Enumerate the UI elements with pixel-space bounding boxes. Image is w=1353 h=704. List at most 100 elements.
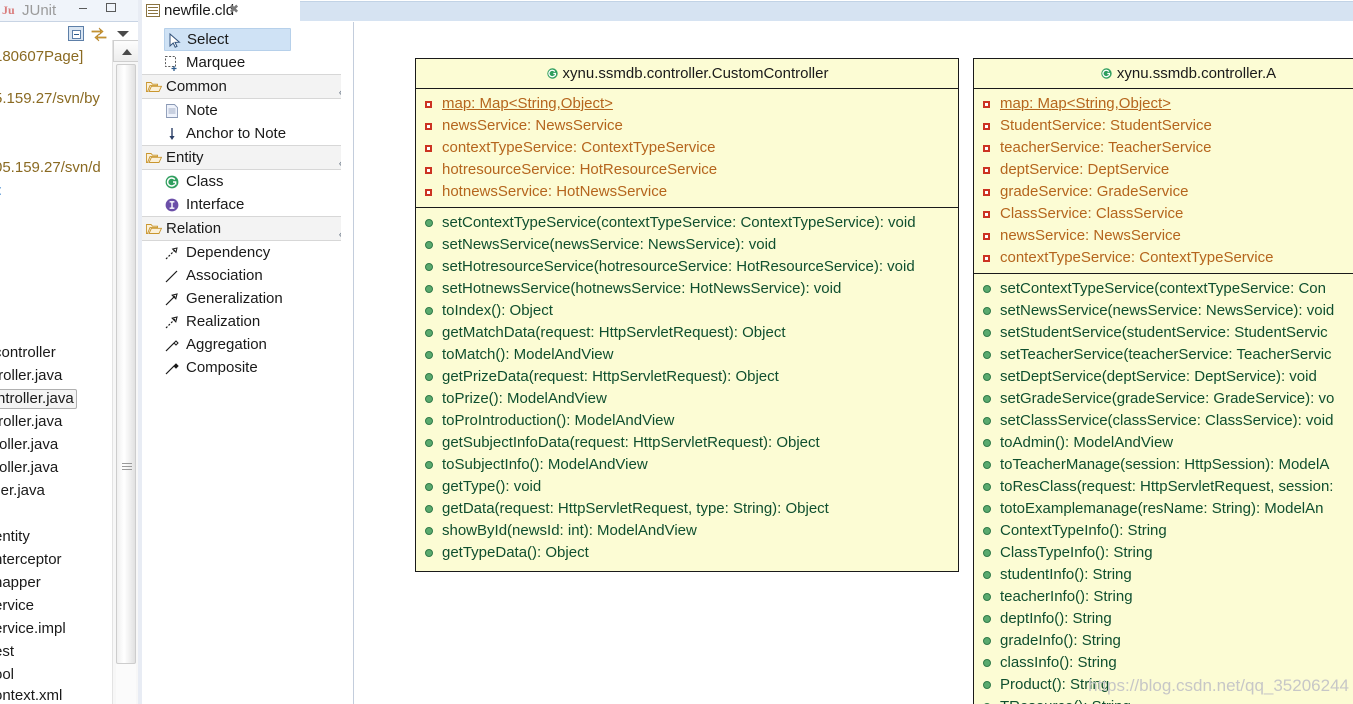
class-diagram-canvas[interactable]: xynu.ssmdb.controller.CustomController m… (355, 22, 1353, 704)
uml-field-row[interactable]: contextTypeService: ContextTypeService (416, 137, 958, 159)
uml-method-row[interactable]: getTypeData(): Object (416, 542, 958, 564)
palette-scrollbar[interactable] (341, 22, 353, 704)
tree-item-context-xml[interactable]: ontext.xml (0, 687, 62, 704)
uml-method-row[interactable]: getType(): void (416, 476, 958, 498)
tree-item-9[interactable]: roller.java (0, 459, 58, 477)
tree-item-selected-java-file[interactable]: ntroller.java (0, 389, 77, 409)
uml-method-row[interactable]: getPrizeData(request: HttpServletRequest… (416, 366, 958, 388)
uml-method-row[interactable]: setHotresourceService(hotresourceService… (416, 256, 958, 278)
uml-method-row[interactable]: setContextTypeService(contextTypeService… (416, 212, 958, 234)
uml-method-row[interactable]: toAdmin(): ModelAndView (974, 432, 1353, 454)
uml-class-admin-controller[interactable]: xynu.ssmdb.controller.A map: Map<String,… (973, 58, 1353, 704)
tree-item-8[interactable]: roller.java (0, 436, 58, 454)
maximize-view-icon[interactable] (104, 1, 118, 14)
uml-method-row[interactable]: gradeInfo(): String (974, 630, 1353, 652)
uml-field-row[interactable]: newsService: NewsService (974, 225, 1353, 247)
palette-item-realization[interactable]: Realization (142, 310, 353, 333)
tree-item-interceptor[interactable]: nterceptor (0, 551, 62, 569)
tab-newfile-cld[interactable]: newfile.cld ✖ (142, 0, 243, 22)
uml-method-row[interactable]: setNewsService(newsService: NewsService)… (974, 300, 1353, 322)
uml-method-row[interactable]: toPrize(): ModelAndView (416, 388, 958, 410)
uml-method-row[interactable]: classInfo(): String (974, 652, 1353, 674)
palette-group-relation[interactable]: Relation «» (142, 216, 353, 241)
uml-method-row[interactable]: toResClass(request: HttpServletRequest, … (974, 476, 1353, 498)
uml-method-row[interactable]: setStudentService(studentService: Studen… (974, 322, 1353, 344)
tree-item-service[interactable]: ervice (0, 597, 34, 615)
uml-method-row[interactable]: Product(): String (974, 674, 1353, 696)
uml-field-row[interactable]: map: Map<String,Object> (416, 93, 958, 115)
palette-item-interface[interactable]: Interface (142, 193, 353, 216)
uml-method-row[interactable]: setGradeService(gradeService: GradeServi… (974, 388, 1353, 410)
tree-item-service-impl[interactable]: ervice.impl (0, 620, 66, 638)
tree-item-2[interactable]: 05.159.27/svn/d (0, 159, 101, 177)
minimize-view-icon[interactable] (76, 1, 90, 14)
tree-item-5[interactable]: troller.java (0, 367, 62, 385)
tree-item-10[interactable]: ller.java (0, 482, 45, 500)
close-icon[interactable]: ✖ (228, 3, 240, 15)
class-green-circle-icon (164, 174, 180, 190)
uml-method-row[interactable]: toTeacherManage(session: HttpSession): M… (974, 454, 1353, 476)
uml-field-row[interactable]: hotresourceService: HotResourceService (416, 159, 958, 181)
tab-junit[interactable]: JUnit (22, 2, 56, 19)
uml-method-row[interactable]: getData(request: HttpServletRequest, typ… (416, 498, 958, 520)
uml-method-row[interactable]: setDeptService(deptService: DeptService)… (974, 366, 1353, 388)
uml-method-row[interactable]: setHotnewsService(hotnewsService: HotNew… (416, 278, 958, 300)
palette-tool-select[interactable]: Select (164, 28, 291, 51)
palette-item-composite[interactable]: Composite (142, 356, 353, 379)
uml-method-row[interactable]: getSubjectInfoData(request: HttpServletR… (416, 432, 958, 454)
tree-item-7[interactable]: troller.java (0, 413, 62, 431)
uml-method-row[interactable]: setTeacherService(teacherService: Teache… (974, 344, 1353, 366)
collapse-all-icon[interactable] (68, 26, 85, 42)
tree-item-test[interactable]: est (0, 643, 14, 661)
uml-method-row[interactable]: deptInfo(): String (974, 608, 1353, 630)
uml-method-row[interactable]: ContextTypeInfo(): String (974, 520, 1353, 542)
palette-item-aggregation[interactable]: Aggregation (142, 333, 353, 356)
uml-method-row[interactable]: toProIntroduction(): ModelAndView (416, 410, 958, 432)
uml-field-row[interactable]: StudentService: StudentService (974, 115, 1353, 137)
uml-method-row[interactable]: TResource(): String (974, 696, 1353, 704)
explorer-vertical-scrollbar[interactable] (112, 40, 139, 704)
tree-item-entity[interactable]: entity (0, 528, 30, 546)
tree-item-1[interactable]: 5.159.27/svn/by (0, 90, 100, 108)
palette-group-entity[interactable]: Entity «» (142, 145, 353, 170)
uml-method-row[interactable]: toMatch(): ModelAndView (416, 344, 958, 366)
uml-field-row[interactable]: contextTypeService: ContextTypeService (974, 247, 1353, 269)
uml-field-row[interactable]: teacherService: TeacherService (974, 137, 1353, 159)
uml-method-row[interactable]: toSubjectInfo(): ModelAndView (416, 454, 958, 476)
tree-item-controller-package[interactable]: controller (0, 344, 56, 362)
palette-item-association[interactable]: Association (142, 264, 353, 287)
uml-method-row[interactable]: toIndex(): Object (416, 300, 958, 322)
tree-item-tool[interactable]: ool (0, 666, 14, 684)
palette-group-common[interactable]: Common «» (142, 74, 353, 99)
scrollbar-thumb[interactable] (116, 64, 136, 664)
link-with-editor-icon[interactable] (90, 26, 108, 42)
view-menu-icon[interactable] (116, 26, 130, 40)
palette-tool-marquee[interactable]: Marquee (142, 51, 353, 74)
tree-item-0[interactable]: 180607Page] (0, 48, 83, 66)
scroll-up-button[interactable] (113, 40, 139, 62)
palette-item-class[interactable]: Class (142, 170, 353, 193)
uml-class-custom-controller[interactable]: xynu.ssmdb.controller.CustomController m… (415, 58, 959, 572)
uml-method-row[interactable]: setClassService(classService: ClassServi… (974, 410, 1353, 432)
uml-field-row[interactable]: map: Map<String,Object> (974, 93, 1353, 115)
uml-field-row[interactable]: newsService: NewsService (416, 115, 958, 137)
uml-method-row[interactable]: ClassTypeInfo(): String (974, 542, 1353, 564)
uml-field-row[interactable]: ClassService: ClassService (974, 203, 1353, 225)
uml-method-row[interactable]: teacherInfo(): String (974, 586, 1353, 608)
uml-method-row[interactable]: setContextTypeService(contextTypeService… (974, 278, 1353, 300)
palette-item-dependency[interactable]: Dependency (142, 241, 353, 264)
tree-item-3[interactable]: : (0, 182, 2, 200)
palette-item-generalization[interactable]: Generalization (142, 287, 353, 310)
uml-method-row[interactable]: totoExamplemanage(resName: String): Mode… (974, 498, 1353, 520)
uml-method-row[interactable]: showById(newsId: int): ModelAndView (416, 520, 958, 542)
scrollbar-track[interactable] (116, 64, 136, 704)
uml-method-row[interactable]: setNewsService(newsService: NewsService)… (416, 234, 958, 256)
tree-item-mapper[interactable]: napper (0, 574, 41, 592)
palette-item-note[interactable]: Note (142, 99, 353, 122)
uml-method-row[interactable]: getMatchData(request: HttpServletRequest… (416, 322, 958, 344)
palette-item-anchor-to-note[interactable]: Anchor to Note (142, 122, 353, 145)
uml-field-row[interactable]: gradeService: GradeService (974, 181, 1353, 203)
uml-field-row[interactable]: hotnewsService: HotNewsService (416, 181, 958, 203)
uml-field-row[interactable]: deptService: DeptService (974, 159, 1353, 181)
uml-method-row[interactable]: studentInfo(): String (974, 564, 1353, 586)
